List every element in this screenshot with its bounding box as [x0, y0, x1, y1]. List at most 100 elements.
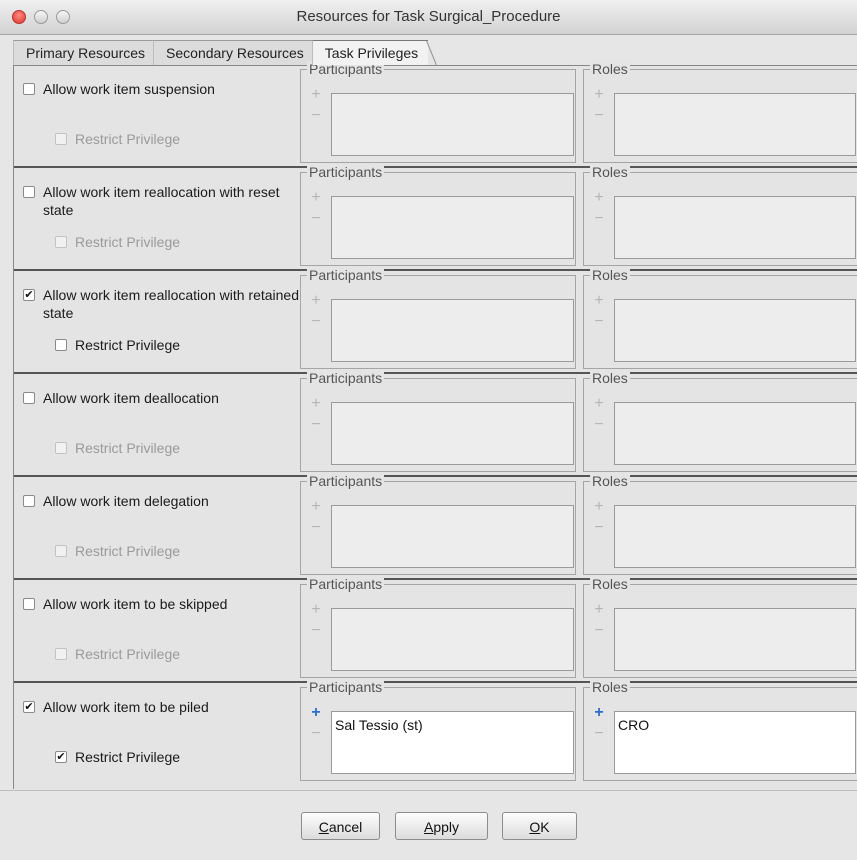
tab-task-privileges[interactable]: Task Privileges — [311, 40, 429, 65]
add-role-icon[interactable]: + — [592, 704, 606, 722]
remove-role-icon[interactable]: − — [592, 313, 606, 331]
restrict-privilege-checkbox — [55, 442, 67, 454]
remove-participant-icon[interactable]: − — [309, 519, 323, 537]
apply-label: A — [423, 819, 434, 835]
participants-list[interactable] — [331, 93, 574, 156]
add-role-icon[interactable]: + — [592, 86, 606, 104]
window-title: Resources for Task Surgical_Procedure — [296, 8, 561, 25]
roles-list[interactable] — [614, 196, 856, 259]
remove-role-icon[interactable]: − — [592, 107, 606, 125]
remove-participant-icon[interactable]: − — [309, 622, 323, 640]
remove-participant-icon[interactable]: − — [309, 416, 323, 434]
privilege-label: Allow work item reallocation with reset … — [43, 184, 280, 218]
ok-label: O — [529, 819, 541, 835]
participants-group: Participants + − — [300, 164, 576, 266]
participants-group: Participants + − — [300, 473, 576, 575]
privilege-label: Allow work item reallocation with retain… — [43, 287, 299, 321]
privilege-checkbox[interactable]: ✔ — [23, 289, 35, 301]
remove-participant-icon[interactable]: − — [309, 313, 323, 331]
remove-role-icon[interactable]: − — [592, 622, 606, 640]
restrict-privilege-checkbox — [55, 648, 67, 660]
roles-group: Roles + − — [583, 370, 857, 472]
restrict-privilege-label: Restrict Privilege — [75, 131, 181, 147]
add-participant-icon[interactable]: + — [309, 292, 323, 310]
title-bar: Resources for Task Surgical_Procedure — [0, 0, 857, 35]
remove-role-icon[interactable]: − — [592, 519, 606, 537]
ok-button[interactable]: OK — [502, 812, 577, 840]
add-role-icon[interactable]: + — [592, 292, 606, 310]
add-participant-icon[interactable]: + — [309, 704, 323, 722]
participants-list[interactable] — [331, 299, 574, 362]
privilege-label: Allow work item delegation — [43, 493, 209, 509]
participants-title: Participants — [307, 370, 385, 386]
remove-participant-icon[interactable]: − — [309, 107, 323, 125]
participants-group: Participants + − — [300, 267, 576, 369]
privilege-checkbox[interactable] — [23, 186, 35, 198]
add-role-icon[interactable]: + — [592, 601, 606, 619]
cancel-button[interactable]: Cancel — [301, 812, 380, 840]
privilege-checkbox[interactable] — [23, 392, 35, 404]
add-role-icon[interactable]: + — [592, 395, 606, 413]
restrict-privilege-checkbox[interactable] — [55, 339, 67, 351]
remove-participant-icon[interactable]: − — [309, 725, 323, 743]
remove-role-icon[interactable]: − — [592, 725, 606, 743]
roles-title: Roles — [590, 576, 630, 592]
roles-list[interactable] — [614, 402, 856, 465]
participants-title: Participants — [307, 576, 385, 592]
tab-secondary-resources[interactable]: Secondary Resources — [153, 40, 314, 65]
roles-list[interactable] — [614, 505, 856, 568]
privilege-label: Allow work item deallocation — [43, 390, 219, 406]
privilege-row: Allow work item reallocation with reset … — [14, 164, 857, 271]
restrict-privilege-checkbox — [55, 133, 67, 145]
remove-role-icon[interactable]: − — [592, 210, 606, 228]
button-bar: Cancel Apply OK — [0, 790, 857, 860]
privilege-checkbox[interactable] — [23, 83, 35, 95]
remove-participant-icon[interactable]: − — [309, 210, 323, 228]
participant-list-item[interactable]: Sal Tessio (st) — [335, 717, 423, 733]
add-participant-icon[interactable]: + — [309, 86, 323, 104]
roles-title: Roles — [590, 164, 630, 180]
participants-group: Participants + − Sal Tessio (st) — [300, 679, 576, 781]
participants-title: Participants — [307, 679, 385, 695]
roles-group: Roles + − — [583, 576, 857, 678]
privilege-label: Allow work item to be skipped — [43, 596, 228, 612]
tab-primary-resources[interactable]: Primary Resources — [13, 40, 156, 65]
role-list-item[interactable]: CRO — [618, 717, 649, 733]
add-participant-icon[interactable]: + — [309, 601, 323, 619]
privilege-row: Allow work item to be skipped Restrict P… — [14, 576, 857, 683]
participants-list[interactable] — [331, 505, 574, 568]
add-participant-icon[interactable]: + — [309, 498, 323, 516]
add-role-icon[interactable]: + — [592, 189, 606, 207]
participants-list[interactable] — [331, 196, 574, 259]
dialog-window: Resources for Task Surgical_Procedure Pr… — [0, 0, 857, 860]
remove-role-icon[interactable]: − — [592, 416, 606, 434]
restrict-privilege-label: Restrict Privilege — [75, 749, 181, 765]
privilege-checkbox[interactable] — [23, 598, 35, 610]
privilege-checkbox[interactable]: ✔ — [23, 701, 35, 713]
restrict-privilege-checkbox — [55, 236, 67, 248]
participants-title: Participants — [307, 164, 385, 180]
participants-group: Participants + − — [300, 61, 576, 163]
roles-list[interactable] — [614, 608, 856, 671]
add-participant-icon[interactable]: + — [309, 395, 323, 413]
participants-list[interactable] — [331, 402, 574, 465]
tab-bar: Primary Resources Secondary Resources Ta… — [13, 40, 429, 65]
restrict-privilege-label: Restrict Privilege — [75, 646, 181, 662]
privilege-checkbox[interactable] — [23, 495, 35, 507]
add-role-icon[interactable]: + — [592, 498, 606, 516]
add-participant-icon[interactable]: + — [309, 189, 323, 207]
roles-list[interactable] — [614, 93, 856, 156]
roles-title: Roles — [590, 473, 630, 489]
roles-group: Roles + − — [583, 61, 857, 163]
roles-list[interactable] — [614, 299, 856, 362]
apply-button[interactable]: Apply — [395, 812, 488, 840]
roles-title: Roles — [590, 61, 630, 77]
restrict-privilege-checkbox[interactable]: ✔ — [55, 751, 67, 763]
participants-title: Participants — [307, 473, 385, 489]
participants-list[interactable] — [331, 608, 574, 671]
participants-list[interactable]: Sal Tessio (st) — [331, 711, 574, 774]
roles-list[interactable]: CRO — [614, 711, 856, 774]
roles-title: Roles — [590, 370, 630, 386]
restrict-privilege-label: Restrict Privilege — [75, 543, 181, 559]
roles-group: Roles + − — [583, 164, 857, 266]
